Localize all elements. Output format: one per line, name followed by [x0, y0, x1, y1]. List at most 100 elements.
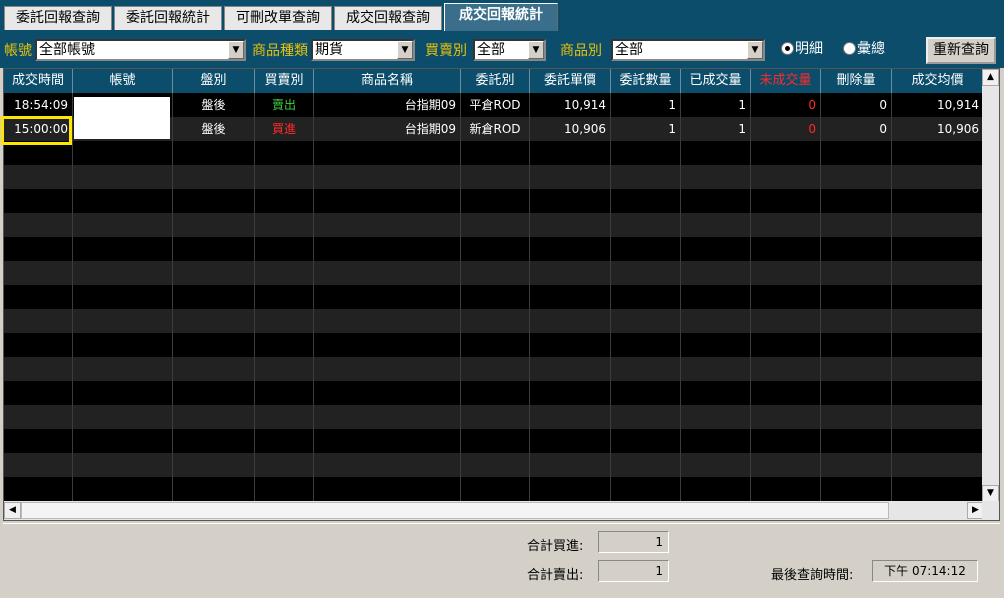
column-divider	[891, 93, 892, 503]
col-header-deleted-qty[interactable]: 刪除量	[821, 69, 892, 93]
column-divider	[460, 93, 461, 503]
chevron-down-icon[interactable]: ▼	[397, 41, 413, 59]
cell-deleted-qty: 0	[821, 93, 892, 117]
empty-row	[4, 381, 984, 405]
column-divider	[529, 93, 530, 503]
last-query-time-label: 最後查詢時間:	[771, 568, 854, 583]
product-select-value: 全部	[615, 42, 643, 58]
col-header-account[interactable]: 帳號	[73, 69, 173, 93]
empty-row	[4, 165, 984, 189]
total-sell-label: 合計賣出:	[527, 568, 584, 583]
summary-footer: 合計買進: 1 合計賣出: 1 最後查詢時間: 下午 07:14:12	[3, 523, 1000, 595]
radio-selected-icon	[781, 42, 794, 55]
horizontal-scroll-thumb[interactable]	[21, 502, 889, 519]
empty-row	[4, 213, 984, 237]
product-type-label: 商品種類	[252, 43, 308, 59]
cell-fill-time: 18:54:09	[4, 93, 73, 117]
empty-row	[4, 237, 984, 261]
requery-button[interactable]: 重新查詢	[926, 37, 996, 64]
product-label: 商品別	[560, 43, 602, 59]
cell-side: 賣出	[255, 93, 314, 117]
radio-summary[interactable]: 彙總	[843, 41, 885, 57]
cell-avg-fill-price: 10,906	[892, 117, 984, 141]
empty-row	[4, 285, 984, 309]
horizontal-scrollbar[interactable]: ◀ ▶	[4, 501, 984, 520]
last-query-time-value: 下午 07:14:12	[872, 560, 978, 582]
cell-product-name: 台指期09	[314, 117, 461, 141]
product-type-select[interactable]: 期貨 ▼	[311, 39, 415, 61]
empty-row	[4, 333, 984, 357]
redacted-account-area	[74, 97, 170, 139]
scroll-left-arrow-icon[interactable]: ◀	[4, 502, 21, 519]
col-header-order-type[interactable]: 委託別	[461, 69, 530, 93]
total-buy-label: 合計買進:	[527, 539, 584, 554]
column-divider	[72, 93, 73, 503]
col-header-fill-time[interactable]: 成交時間	[4, 69, 73, 93]
column-divider	[254, 93, 255, 503]
radio-unselected-icon	[843, 42, 856, 55]
chevron-down-icon[interactable]: ▼	[228, 41, 244, 59]
col-header-avg-fill-price[interactable]: 成交均價	[892, 69, 984, 93]
cell-avg-fill-price: 10,914	[892, 93, 984, 117]
column-divider	[313, 93, 314, 503]
cell-unfilled-qty: 0	[751, 117, 821, 141]
side-select[interactable]: 全部 ▼	[473, 39, 546, 61]
empty-row	[4, 357, 984, 381]
cell-order-qty: 1	[611, 93, 681, 117]
column-divider	[172, 93, 173, 503]
chevron-down-icon[interactable]: ▼	[528, 41, 544, 59]
radio-summary-label: 彙總	[857, 41, 885, 57]
tab-order-report-stats[interactable]: 委託回報統計	[114, 6, 222, 30]
col-header-product-name[interactable]: 商品名稱	[314, 69, 461, 93]
cell-order-price: 10,914	[530, 93, 611, 117]
cell-filled-qty: 1	[681, 117, 751, 141]
chevron-down-icon[interactable]: ▼	[747, 41, 763, 59]
vertical-scrollbar[interactable]: ▲ ▼	[982, 69, 999, 502]
cell-side: 買進	[255, 117, 314, 141]
radio-detail-label: 明細	[795, 41, 823, 57]
column-divider	[680, 93, 681, 503]
tab-order-report-query[interactable]: 委託回報查詢	[4, 6, 112, 30]
col-header-unfilled-qty[interactable]: 未成交量	[751, 69, 821, 93]
column-divider	[610, 93, 611, 503]
col-header-side[interactable]: 買賣別	[255, 69, 314, 93]
product-type-select-value: 期貨	[315, 42, 343, 58]
radio-detail[interactable]: 明細	[781, 41, 823, 57]
filter-bar: 帳號 全部帳號 ▼ 商品種類 期貨 ▼ 買賣別 全部 ▼ 商品別 全部 ▼ 明細…	[0, 32, 1004, 68]
grid-header: 成交時間 帳號 盤別 買賣別 商品名稱 委託別 委託單價 委託數量 已成交量 未…	[4, 69, 984, 93]
cell-order-type: 新倉ROD	[461, 117, 530, 141]
cell-deleted-qty: 0	[821, 117, 892, 141]
cell-session: 盤後	[173, 117, 255, 141]
cell-filled-qty: 1	[681, 93, 751, 117]
cell-order-price: 10,906	[530, 117, 611, 141]
side-select-value: 全部	[477, 42, 505, 58]
col-header-session[interactable]: 盤別	[173, 69, 255, 93]
column-divider	[820, 93, 821, 503]
side-label: 買賣別	[425, 43, 467, 59]
scroll-down-arrow-icon[interactable]: ▼	[982, 485, 999, 502]
cell-session: 盤後	[173, 93, 255, 117]
total-sell-value: 1	[598, 560, 669, 582]
empty-row	[4, 309, 984, 333]
app-window: 委託回報查詢 委託回報統計 可刪改單查詢 成交回報查詢 成交回報統計 帳號 全部…	[0, 0, 1004, 598]
empty-row	[4, 189, 984, 213]
account-label: 帳號	[4, 43, 32, 59]
empty-row	[4, 429, 984, 453]
account-select[interactable]: 全部帳號 ▼	[35, 39, 246, 61]
scrollbar-corner	[982, 501, 999, 520]
product-select[interactable]: 全部 ▼	[611, 39, 765, 61]
cell-order-type: 平倉ROD	[461, 93, 530, 117]
column-divider	[750, 93, 751, 503]
scroll-up-arrow-icon[interactable]: ▲	[982, 69, 999, 86]
highlight-box	[1, 116, 72, 145]
col-header-order-price[interactable]: 委託單價	[530, 69, 611, 93]
col-header-order-qty[interactable]: 委託數量	[611, 69, 681, 93]
col-header-filled-qty[interactable]: 已成交量	[681, 69, 751, 93]
empty-row	[4, 261, 984, 285]
tab-fill-report-query[interactable]: 成交回報查詢	[334, 6, 442, 30]
empty-row	[4, 141, 984, 165]
total-buy-value: 1	[598, 531, 669, 553]
tab-fill-report-stats[interactable]: 成交回報統計	[444, 3, 558, 31]
tab-cancelable-order-query[interactable]: 可刪改單查詢	[224, 6, 332, 30]
empty-row	[4, 405, 984, 429]
